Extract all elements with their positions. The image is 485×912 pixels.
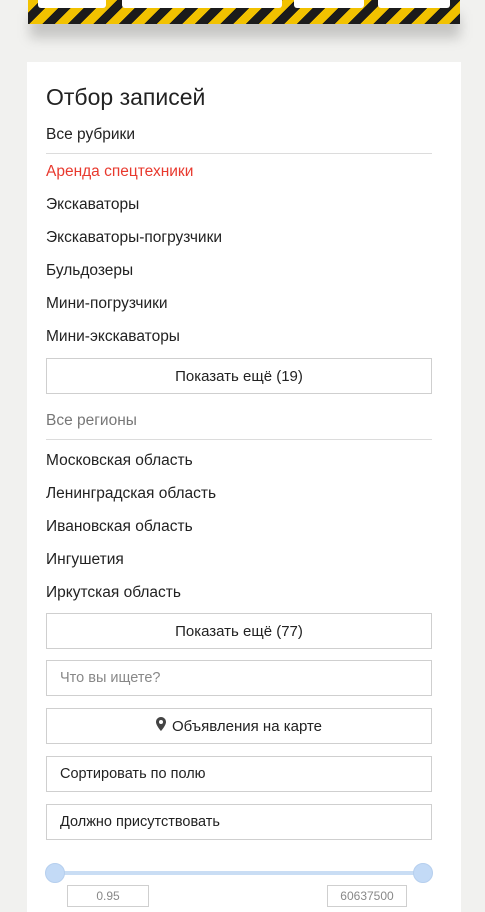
map-listings-label: Объявления на карте — [171, 717, 322, 735]
banner-tab[interactable] — [38, 0, 106, 8]
region-item[interactable]: Иркутская область — [46, 581, 216, 614]
range-min-input[interactable]: 0.95 — [67, 885, 149, 907]
region-item[interactable]: Московская область — [46, 449, 216, 482]
price-range-track[interactable] — [55, 871, 423, 875]
map-listings-button[interactable]: Объявления на карте — [46, 708, 432, 744]
range-max-input[interactable]: 60637500 — [327, 885, 407, 907]
show-more-categories-button[interactable]: Показать ещё (19) — [46, 358, 432, 394]
all-regions-link[interactable]: Все регионы — [46, 412, 137, 430]
banner-tab[interactable] — [122, 0, 282, 8]
range-min-handle[interactable] — [45, 863, 65, 883]
category-item[interactable]: Аренда спецтехники — [46, 160, 222, 193]
region-list: Московская область Ленинградская область… — [46, 449, 216, 614]
filter-title: Отбор записей — [46, 84, 206, 110]
map-pin-icon — [155, 717, 166, 735]
category-item[interactable]: Экскаваторы — [46, 193, 222, 226]
region-item[interactable]: Ленинградская область — [46, 482, 216, 515]
show-more-regions-button[interactable]: Показать ещё (77) — [46, 613, 432, 649]
category-item[interactable]: Мини-экскаваторы — [46, 325, 222, 358]
region-item[interactable]: Ингушетия — [46, 548, 216, 581]
sort-by-field-select[interactable]: Сортировать по полю — [46, 756, 432, 792]
must-be-present-select[interactable]: Должно присутствовать — [46, 804, 432, 840]
divider — [46, 439, 432, 440]
caution-stripe-banner — [28, 0, 460, 24]
category-item[interactable]: Бульдозеры — [46, 259, 222, 292]
all-categories-link[interactable]: Все рубрики — [46, 126, 135, 144]
category-list: Аренда спецтехники Экскаваторы Экскавато… — [46, 160, 222, 358]
range-max-handle[interactable] — [413, 863, 433, 883]
region-item[interactable]: Ивановская область — [46, 515, 216, 548]
filter-panel: Отбор записей Все рубрики Аренда спецтех… — [27, 62, 461, 912]
category-item[interactable]: Мини-погрузчики — [46, 292, 222, 325]
banner-tab[interactable] — [378, 0, 450, 8]
search-input[interactable]: Что вы ищете? — [46, 660, 432, 696]
category-item[interactable]: Экскаваторы-погрузчики — [46, 226, 222, 259]
divider — [46, 153, 432, 154]
banner-tab[interactable] — [294, 0, 364, 8]
